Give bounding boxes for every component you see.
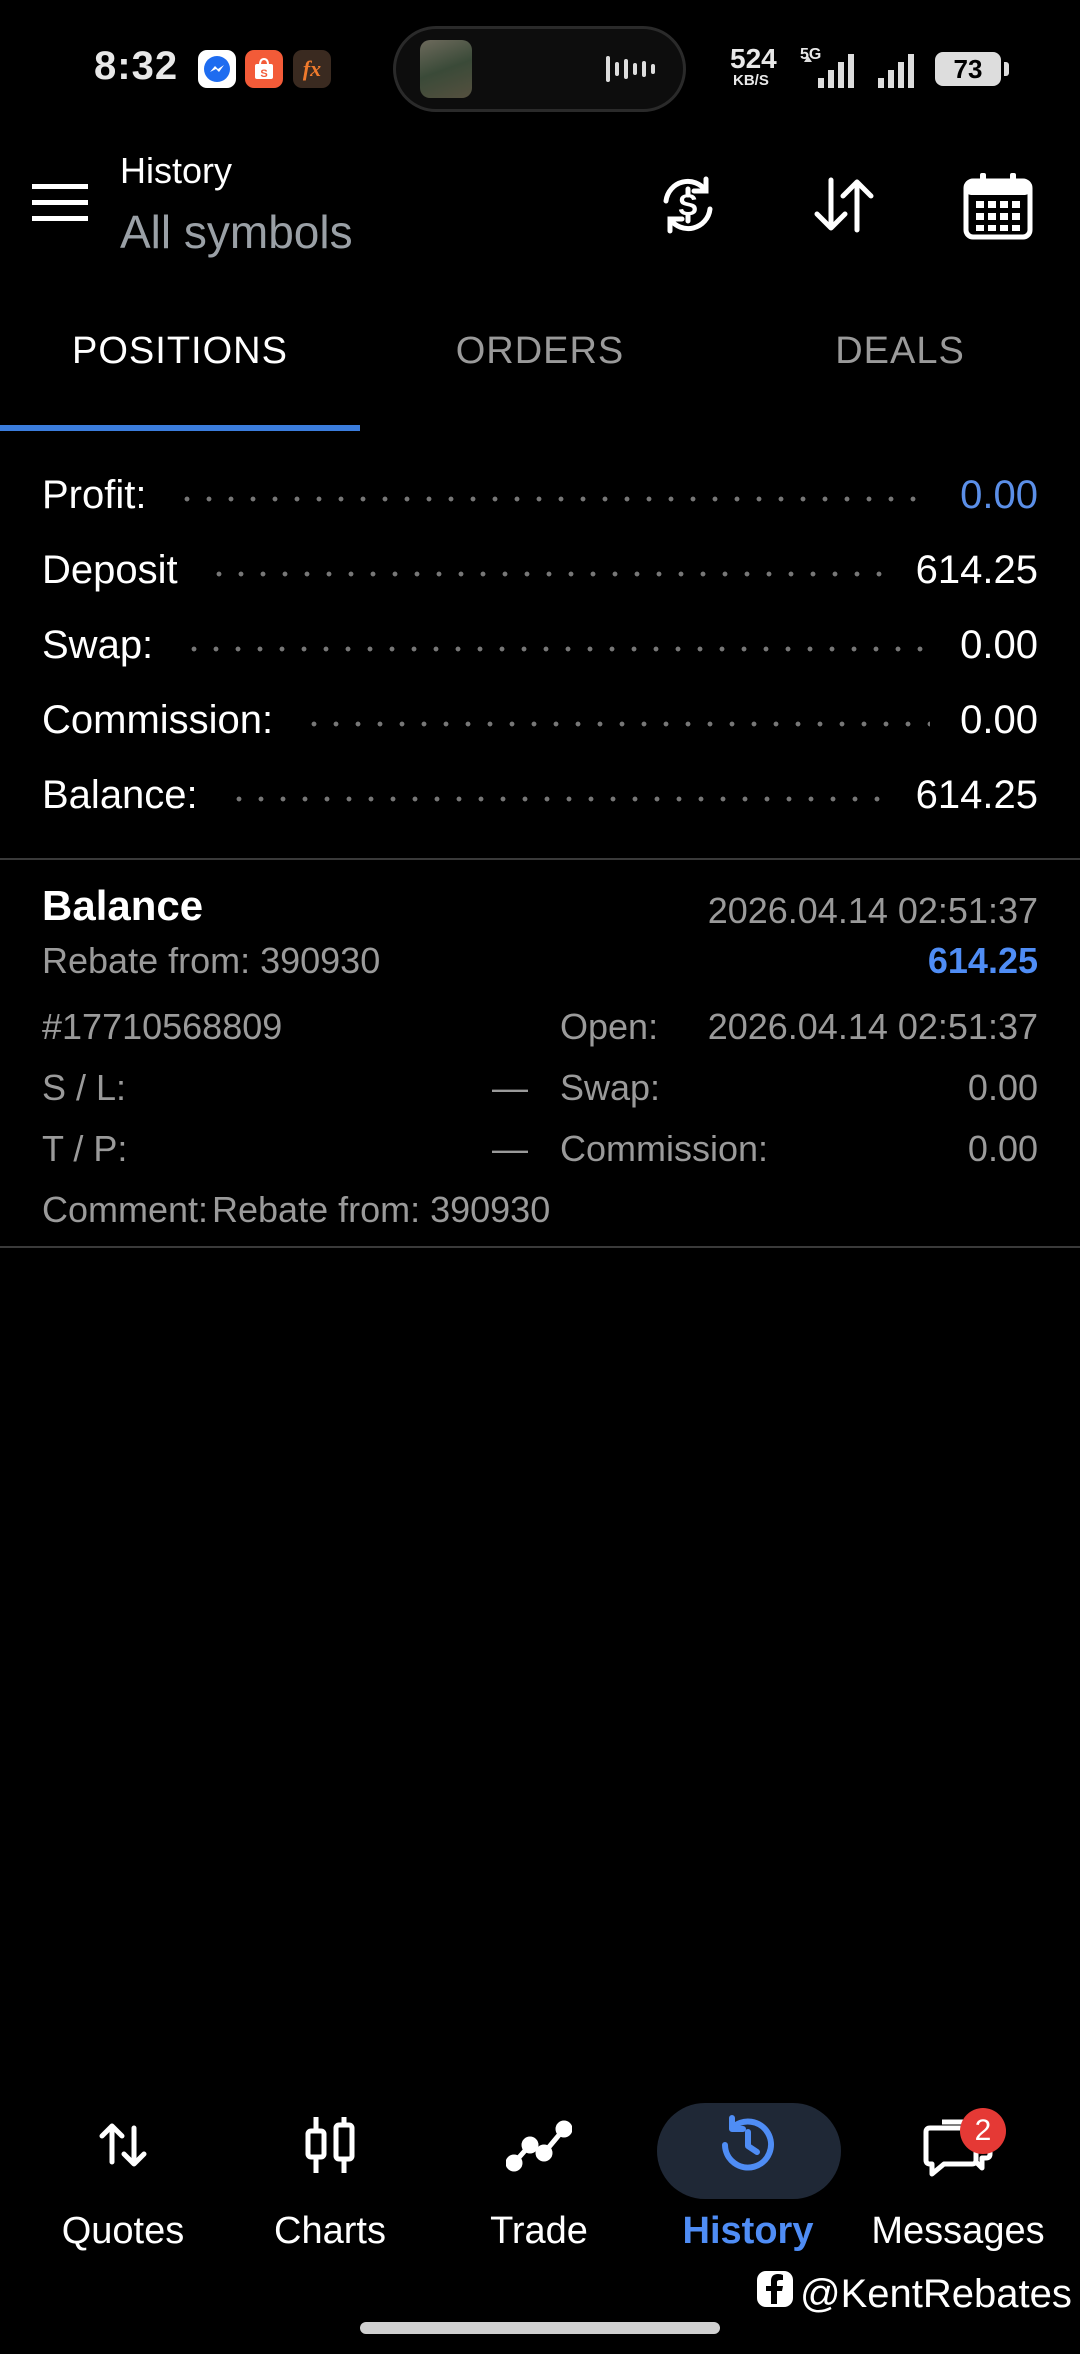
battery-indicator: 73 xyxy=(935,52,1009,86)
dot-leader xyxy=(303,721,931,727)
comment-value: Rebate from: 390930 xyxy=(212,1189,551,1230)
swap-label: Swap: xyxy=(560,1067,661,1108)
sl-label: S / L: xyxy=(42,1067,127,1108)
nav-label: History xyxy=(682,2210,814,2252)
tab-deals[interactable]: DEALS xyxy=(720,330,1080,373)
summary-value: 614.25 xyxy=(915,772,1038,817)
dot-leader xyxy=(207,571,886,577)
watermark-text: @KentRebates xyxy=(800,2271,1072,2316)
nav-messages[interactable]: Messages xyxy=(850,2105,1066,2265)
commission-label: Commission: xyxy=(560,1128,769,1169)
history-entry[interactable]: Balance 2026.04.14 02:51:37 Rebate from:… xyxy=(0,860,1080,1246)
entry-ticket: #17710568809 xyxy=(42,1006,283,1047)
tab-orders[interactable]: ORDERS xyxy=(360,330,720,373)
status-time: 8:32 xyxy=(94,44,179,88)
tp-label: T / P: xyxy=(42,1128,128,1169)
menu-icon[interactable] xyxy=(32,182,88,229)
nav-label: Messages xyxy=(871,2210,1045,2252)
nav-charts[interactable]: Charts xyxy=(222,2105,438,2265)
summary-label: Profit: xyxy=(42,472,147,517)
audio-wave-icon xyxy=(604,52,660,91)
swap-value: 0.00 xyxy=(967,1067,1038,1108)
sl-value: — xyxy=(492,1067,528,1108)
currency-exchange-icon[interactable]: S xyxy=(648,165,728,245)
commission-value: 0.00 xyxy=(967,1128,1038,1169)
history-icon xyxy=(708,2105,788,2185)
open-value: 2026.04.14 02:51:37 xyxy=(707,1006,1038,1047)
summary-value: 614.25 xyxy=(915,547,1038,592)
watermark: @KentRebates xyxy=(756,2270,1072,2318)
summary-deposit-row: Deposit 614.25 xyxy=(42,539,1038,601)
messages-badge: 2 xyxy=(960,2108,1006,2154)
media-thumbnail xyxy=(420,40,472,98)
sort-icon[interactable] xyxy=(804,165,884,245)
entry-type: Balance xyxy=(42,882,204,929)
summary-value: 0.00 xyxy=(960,472,1038,517)
entry-amount: 614.25 xyxy=(927,940,1038,981)
tp-value: — xyxy=(492,1128,528,1169)
summary-label: Deposit xyxy=(42,547,178,592)
facebook-icon xyxy=(756,2270,794,2318)
comment-label: Comment: xyxy=(42,1189,209,1230)
summary-value: 0.00 xyxy=(960,622,1038,667)
quotes-icon xyxy=(83,2105,163,2185)
nav-label: Charts xyxy=(274,2210,386,2252)
tab-positions[interactable]: POSITIONS xyxy=(0,330,360,373)
summary-commission-row: Commission: 0.00 xyxy=(42,689,1038,751)
summary-swap-row: Swap: 0.00 xyxy=(42,614,1038,676)
net-speed-unit: KB/S xyxy=(733,72,769,89)
calendar-icon[interactable] xyxy=(958,165,1038,245)
page-title: History xyxy=(120,150,233,191)
summary-balance-row: Balance: 614.25 xyxy=(42,764,1038,826)
summary-label: Swap: xyxy=(42,622,154,667)
dot-leader xyxy=(227,796,886,802)
active-tab-indicator xyxy=(0,425,360,431)
messenger-app-icon xyxy=(198,50,236,88)
fx-app-icon: fx xyxy=(293,50,331,88)
dot-leader xyxy=(176,496,931,502)
charts-icon xyxy=(290,2105,370,2185)
net-speed-value: 524 xyxy=(730,43,777,74)
summary-value: 0.00 xyxy=(960,697,1038,742)
divider xyxy=(0,1246,1080,1248)
nav-label: Trade xyxy=(490,2210,588,2252)
shopee-app-icon: S xyxy=(245,50,283,88)
nav-history[interactable]: History xyxy=(640,2105,856,2265)
summary-profit-row: Profit: 0.00 xyxy=(42,464,1038,526)
entry-description: Rebate from: 390930 xyxy=(42,940,381,981)
nav-quotes[interactable]: Quotes xyxy=(15,2105,231,2265)
svg-text:S: S xyxy=(260,68,267,80)
signal-icon xyxy=(800,48,920,95)
summary-label: Balance: xyxy=(42,772,198,817)
open-label: Open: xyxy=(560,1006,659,1047)
nav-label: Quotes xyxy=(61,2210,185,2252)
nav-trade[interactable]: Trade xyxy=(431,2105,647,2265)
summary-label: Commission: xyxy=(42,697,274,742)
trade-icon xyxy=(499,2105,579,2185)
symbol-filter[interactable]: All symbols xyxy=(120,205,353,259)
dot-leader xyxy=(183,646,931,652)
entry-time: 2026.04.14 02:51:37 xyxy=(707,890,1038,931)
home-indicator[interactable] xyxy=(360,2322,720,2334)
